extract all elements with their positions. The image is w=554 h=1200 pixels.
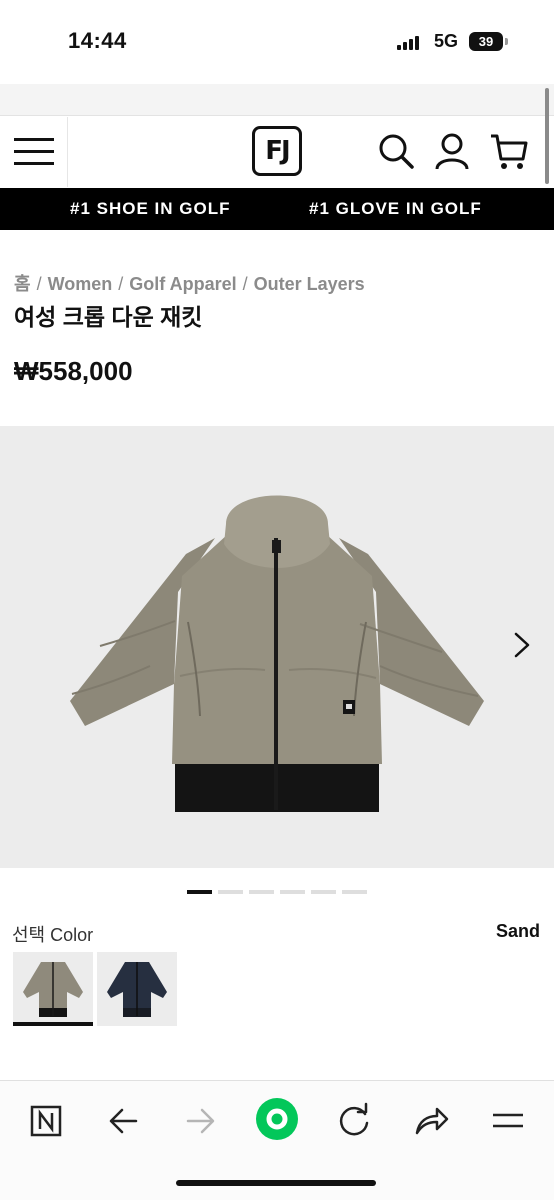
product-title: 여성 크롭 다운 재킷	[14, 304, 203, 330]
carousel-dot[interactable]	[187, 890, 212, 894]
scrollbar[interactable]	[545, 88, 549, 184]
zipper-pull	[272, 540, 281, 553]
breadcrumb-separator: /	[36, 274, 42, 294]
jacket-product-image	[70, 495, 484, 812]
home-indicator[interactable]	[176, 1180, 376, 1186]
carousel-dot[interactable]	[342, 890, 367, 894]
cart-icon[interactable]	[489, 131, 529, 171]
browser-top-strip	[0, 84, 554, 116]
breadcrumb-women[interactable]: Women	[48, 274, 113, 294]
breadcrumb-separator: /	[242, 274, 248, 294]
naver-n-icon[interactable]	[26, 1101, 66, 1141]
carousel-dot[interactable]	[249, 890, 274, 894]
color-swatch-sand[interactable]	[13, 952, 93, 1026]
breadcrumb-outer-layers[interactable]: Outer Layers	[254, 274, 365, 294]
carousel-dot[interactable]	[218, 890, 243, 894]
battery-icon: 39	[469, 32, 503, 51]
breadcrumb-separator: /	[118, 274, 124, 294]
forward-arrow-icon[interactable]	[180, 1101, 220, 1141]
promo-banner: #1 SHOE IN GOLF #1 GLOVE IN GOLF	[0, 188, 554, 230]
carousel-dot[interactable]	[280, 890, 305, 894]
battery-tip	[505, 38, 508, 45]
promo-glove[interactable]: #1 GLOVE IN GOLF	[309, 188, 482, 230]
menu-icon-line	[14, 138, 54, 141]
site-header: FJ	[0, 117, 548, 187]
breadcrumb-golf-apparel[interactable]: Golf Apparel	[129, 274, 236, 294]
user-icon[interactable]	[432, 131, 472, 171]
menu-icon-line	[14, 162, 54, 165]
green-home-icon[interactable]	[255, 1097, 299, 1141]
status-bar: 14:44 5G 39	[0, 0, 554, 84]
color-swatch-navy[interactable]	[97, 952, 177, 1026]
search-icon[interactable]	[376, 131, 416, 171]
breadcrumb-home[interactable]: 홈	[14, 274, 31, 294]
back-arrow-icon[interactable]	[104, 1101, 144, 1141]
color-label: 선택 Color	[12, 925, 94, 945]
fj-logo[interactable]: FJ	[252, 126, 302, 176]
product-image-gallery[interactable]	[0, 426, 554, 868]
hamburger-menu-icon[interactable]	[488, 1101, 528, 1141]
share-icon[interactable]	[411, 1101, 451, 1141]
menu-icon-line	[14, 150, 54, 153]
reload-icon[interactable]	[334, 1101, 374, 1141]
navy-jacket-thumbnail	[107, 962, 167, 1017]
promo-shoe[interactable]: #1 SHOE IN GOLF	[70, 188, 230, 230]
sand-jacket-thumbnail	[23, 962, 83, 1017]
breadcrumb: 홈 / Women / Golf Apparel / Outer Layers	[14, 270, 365, 296]
signal-strength-icon	[397, 36, 423, 50]
selected-color-value: Sand	[495, 921, 540, 941]
product-price: ₩558,000	[14, 356, 133, 386]
menu-button[interactable]	[0, 117, 68, 187]
network-type: 5G	[434, 31, 459, 51]
next-image-arrow-icon[interactable]	[508, 630, 536, 660]
status-time: 14:44	[68, 28, 127, 53]
carousel-dot[interactable]	[311, 890, 336, 894]
